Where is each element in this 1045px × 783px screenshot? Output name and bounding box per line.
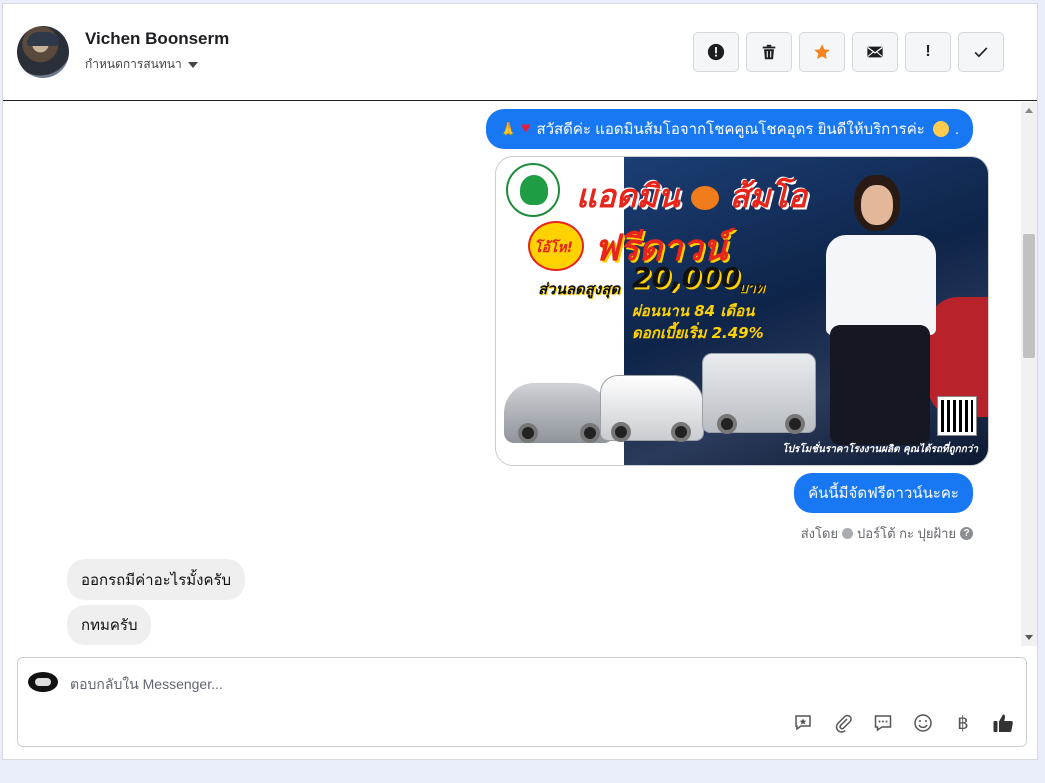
sedan-photo xyxy=(504,383,614,443)
incoming-message: กทมครับ xyxy=(67,605,152,645)
caret-down-icon xyxy=(187,62,198,68)
promo-discount-label: ส่วนลดสูงสุด xyxy=(538,280,621,298)
done-button[interactable] xyxy=(958,32,1004,72)
star-button[interactable] xyxy=(799,32,845,72)
report-button[interactable] xyxy=(693,32,739,72)
star-icon xyxy=(814,44,830,60)
outgoing-message: 🙏 ♥ สวัสดีค่ะ แอดมินส้มโอจากโชคคูณโชคอุด… xyxy=(485,109,973,149)
promo-footer: โปรโมชั่นราคาโรงงานผลิต คุณได้รถที่ถูกกว… xyxy=(782,444,978,455)
assign-label: กำหนดการสนทนา xyxy=(85,57,182,71)
envelope-icon xyxy=(867,46,883,58)
reply-composer: ฿ xyxy=(17,657,1027,747)
pomelo-icon xyxy=(690,186,719,210)
contact-avatar[interactable] xyxy=(17,26,69,78)
quick-replies-button[interactable] xyxy=(872,712,894,734)
sent-by-name: ปอร์โต้ กะ ปุยฝ้าย xyxy=(857,526,956,541)
message-text: คันนี้มีจัดฟรีดาวน์นะคะ xyxy=(808,485,959,502)
reply-input[interactable] xyxy=(70,672,970,696)
promo-currency: บาท xyxy=(738,280,764,296)
incoming-message: ออกรถมีค่าอะไรมั้งครับ xyxy=(67,559,246,600)
saved-reply-button[interactable] xyxy=(792,712,814,734)
scroll-up-icon[interactable] xyxy=(1025,108,1033,113)
message-thread: 🙏 ♥ สวัสดีค่ะ แอดมินส้มโอจากโชคคูณโชคอุด… xyxy=(3,102,1021,646)
message-bubble-icon xyxy=(874,715,892,732)
smiling-hearts-emoji-icon xyxy=(932,121,949,137)
saved-reply-icon xyxy=(795,715,811,731)
scroll-thumb[interactable] xyxy=(1023,234,1035,358)
alert-circle-icon xyxy=(707,43,725,61)
flag-button[interactable]: ! xyxy=(905,32,951,72)
heart-icon: ♥ xyxy=(520,120,531,137)
presenter-photo xyxy=(806,175,956,445)
outgoing-message: คันนี้มีจัดฟรีดาวน์นะคะ xyxy=(794,473,973,513)
emoji-icon xyxy=(914,714,932,732)
composer-toolbar: ฿ xyxy=(792,712,1014,734)
promo-headline: แอดมิน ส้มโอ xyxy=(576,177,807,215)
payment-button[interactable]: ฿ xyxy=(952,712,974,734)
thumbs-up-icon xyxy=(993,714,1013,732)
mark-unread-button[interactable] xyxy=(852,32,898,72)
sent-by-info: ส่งโดย ปอร์โต้ กะ ปุยฝ้าย ? xyxy=(801,523,973,544)
checkmark-icon xyxy=(974,47,988,58)
message-text: กทมครับ xyxy=(81,617,138,634)
promo-installment: ผ่อนนาน 84 เดือน xyxy=(632,302,755,320)
emoji-button[interactable] xyxy=(912,712,934,734)
promo-image-attachment[interactable]: แอดมิน ส้มโอ โอ้โห! ฟรีดาวน์ ส่วนลดสูงสุ… xyxy=(495,156,989,466)
qr-code-icon xyxy=(937,396,977,436)
scroll-down-icon[interactable] xyxy=(1025,635,1033,640)
attachment-icon xyxy=(835,714,852,733)
cargo-pickup-photo xyxy=(702,353,816,434)
promo-interest: ดอกเบี้ยเริ่ม 2.49% xyxy=(632,324,764,342)
contact-name[interactable]: Vichen Boonserm xyxy=(85,29,229,49)
delete-button[interactable] xyxy=(746,32,792,72)
praying-hands-icon: 🙏 xyxy=(499,120,517,137)
exclamation-icon: ! xyxy=(925,43,931,60)
attachment-button[interactable] xyxy=(832,712,854,734)
page-avatar xyxy=(28,672,58,692)
sent-by-prefix: ส่งโดย xyxy=(800,526,839,541)
conversation-panel: Vichen Boonserm กำหนดการสนทนา ! 🙏 ♥ สวัส… xyxy=(2,3,1038,760)
thread-scrollbar[interactable] xyxy=(1021,102,1037,646)
like-button[interactable] xyxy=(992,712,1014,734)
baht-icon: ฿ xyxy=(957,712,969,733)
agent-avatar-icon xyxy=(842,528,854,539)
pickup-photo xyxy=(600,375,704,442)
dealer-logo-icon xyxy=(506,163,560,217)
header-toolbar: ! xyxy=(693,32,1004,72)
help-icon[interactable]: ? xyxy=(960,527,973,540)
assign-conversation-dropdown[interactable]: กำหนดการสนทนา xyxy=(85,55,198,74)
conversation-header: Vichen Boonserm กำหนดการสนทนา ! xyxy=(3,4,1037,101)
message-text: ออกรถมีค่าอะไรมั้งครับ xyxy=(81,571,232,589)
trash-icon xyxy=(762,44,776,60)
promo-discount-amount: 20,000 xyxy=(632,261,741,294)
promo-badge: โอ้โห! xyxy=(534,240,574,256)
message-text: สวัสดีค่ะ แอดมินส้มโอจากโชคคูณโชคอุดร ยิ… xyxy=(536,121,925,138)
